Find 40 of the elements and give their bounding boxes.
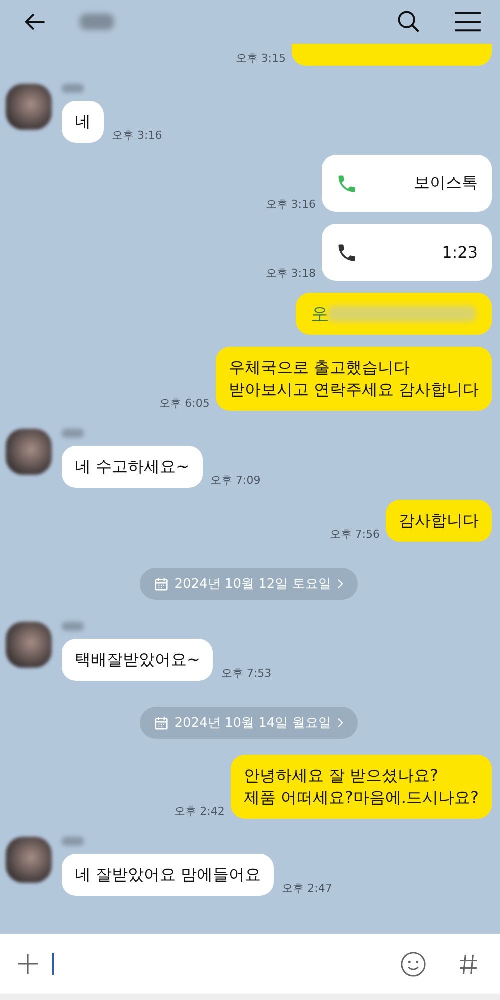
message-bubble: 안녕하세요 잘 받으셨나요? 제품 어떠세요?마음에.드시나요? <box>230 755 492 819</box>
message-time: 오후 3:16 <box>266 198 316 211</box>
calendar-icon <box>154 716 169 730</box>
emoji-icon[interactable] <box>400 950 427 978</box>
message-time: 오후 7:53 <box>221 667 272 680</box>
avatar <box>6 837 52 883</box>
redacted-name <box>62 837 84 846</box>
date-divider[interactable]: 2024년 10월 12일 토요일 <box>140 568 358 600</box>
message-time: 오후 2:47 <box>282 882 332 895</box>
call-card[interactable]: 보이스톡 <box>322 155 492 212</box>
hashtag-icon[interactable] <box>459 954 478 974</box>
chevron-right-icon <box>337 578 344 590</box>
message-bubble: 택배잘받았어요~ <box>62 639 214 681</box>
search-icon[interactable] <box>396 9 422 35</box>
message-time: 오후 7:56 <box>330 528 380 541</box>
calendar-icon <box>154 576 169 592</box>
message-time: 오후 3:16 <box>112 129 162 142</box>
message-time: 오후 2:42 <box>174 805 225 818</box>
date-divider[interactable]: 2024년 10월 14일 월요일 <box>140 707 358 739</box>
chevron-right-icon <box>337 717 344 729</box>
plus-icon[interactable] <box>16 952 40 976</box>
redacted-name <box>62 622 84 631</box>
message-time: 오후 7:09 <box>210 474 261 487</box>
message-time: 오후 3:15 <box>236 52 286 65</box>
message-bubble: 네 <box>62 101 104 143</box>
avatar <box>6 622 52 668</box>
message-bubble: 네 잘받았어요 맘에들어요 <box>62 854 274 896</box>
message-bubble: 우체국으로 출고했습니다 받아보시고 연락주세요 감사합니다 <box>216 347 492 411</box>
message-time: 오후 6:05 <box>160 397 210 410</box>
avatar <box>6 84 52 130</box>
call-card[interactable]: 1:23 <box>322 224 492 281</box>
avatar <box>6 429 52 475</box>
redacted-name <box>62 84 84 93</box>
message-link[interactable]: 우 <box>312 303 328 325</box>
redacted-name <box>62 429 84 438</box>
menu-icon[interactable] <box>454 10 482 34</box>
message-time: 오후 3:18 <box>266 267 316 280</box>
message-bubble: 감사합니다 <box>386 500 492 542</box>
message-bubble: 네 수고하세요~ <box>62 446 202 488</box>
redacted-title <box>80 14 114 30</box>
